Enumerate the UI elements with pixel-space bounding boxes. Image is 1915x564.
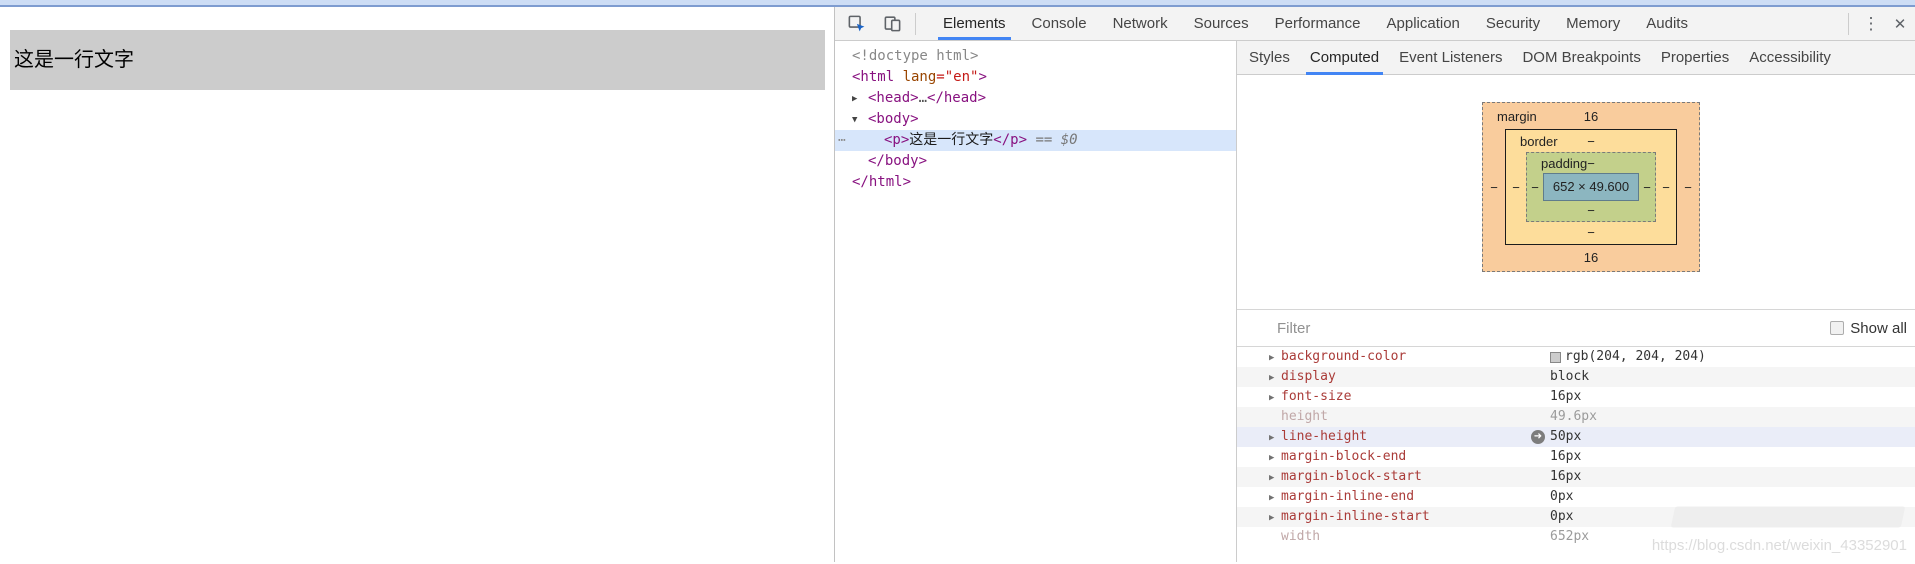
tab-security[interactable]: Security [1473, 7, 1553, 40]
border-label: border [1520, 133, 1558, 149]
property-row[interactable]: ▶ font-size 16px [1237, 387, 1915, 407]
disclosure-triangle-icon[interactable]: ▶ [1269, 488, 1281, 508]
chevron-expanded-icon[interactable]: ▼ [852, 110, 868, 131]
selected-node-annotation: == $0 [1027, 132, 1078, 148]
tab-styles[interactable]: Styles [1239, 41, 1300, 74]
disclosure-triangle-icon[interactable]: ▶ [1269, 428, 1281, 448]
margin-right-value: − [1684, 179, 1692, 195]
dom-tree-panel: <!doctype html> <html lang="en"> ▶ <head>… [835, 41, 1237, 562]
tab-audits[interactable]: Audits [1633, 7, 1701, 40]
property-row-highlighted[interactable]: ▶ line-height ➜ 50px [1237, 427, 1915, 447]
show-all-checkbox[interactable] [1830, 321, 1845, 335]
p-inner-text: 这是一行文字 [909, 132, 994, 148]
padding-left-value: − [1531, 179, 1539, 195]
csdn-watermark-logo [1670, 506, 1906, 528]
box-model-padding[interactable]: padding − − 652 × 49.600 − − [1526, 152, 1656, 222]
property-row[interactable]: ▶ margin-block-end 16px [1237, 447, 1915, 467]
goto-source-icon[interactable]: ➜ [1531, 430, 1545, 444]
attr-name-lang: lang [902, 69, 937, 85]
property-row[interactable]: ▶ margin-block-start 16px [1237, 467, 1915, 487]
tab-dom-breakpoints[interactable]: DOM Breakpoints [1512, 41, 1650, 74]
disclosure-triangle-icon[interactable]: ▶ [1269, 448, 1281, 468]
page-paragraph[interactable]: 这是一行文字 [10, 30, 825, 90]
margin-label: margin [1497, 108, 1537, 124]
chevron-collapsed-icon[interactable]: ▶ [852, 89, 868, 110]
tab-application[interactable]: Application [1374, 7, 1473, 40]
property-row-inactive[interactable]: height 49.6px [1237, 407, 1915, 427]
disclosure-triangle-icon[interactable]: ▶ [1269, 348, 1281, 368]
tab-elements[interactable]: Elements [930, 7, 1019, 40]
tab-accessibility[interactable]: Accessibility [1739, 41, 1841, 74]
margin-bottom-value: 16 [1583, 250, 1599, 265]
attr-value-en: en [953, 69, 971, 85]
show-all-label[interactable]: Show all [1850, 320, 1907, 337]
disclosure-triangle-icon[interactable]: ▶ [1269, 508, 1281, 528]
doctype-token: <!doctype html> [852, 48, 979, 64]
disclosure-triangle-icon[interactable]: ▶ [1269, 468, 1281, 488]
dom-line-body-open[interactable]: ▼ <body> [835, 109, 1236, 130]
box-model-margin[interactable]: margin 16 − border − − padding − − 652 ×… [1482, 102, 1700, 272]
dom-line-body-close[interactable]: </body> [835, 151, 1236, 172]
padding-bottom-value: − [1587, 203, 1595, 218]
tab-memory[interactable]: Memory [1553, 7, 1633, 40]
toolbar-right-separator [1848, 12, 1849, 35]
dom-line-html-open[interactable]: <html lang="en"> [835, 67, 1236, 88]
kebab-menu-icon[interactable]: ⋮ [1857, 14, 1885, 34]
disclosure-triangle-icon[interactable]: ▶ [1269, 388, 1281, 408]
padding-label: padding [1541, 155, 1588, 171]
property-row[interactable]: ▶ display block [1237, 367, 1915, 387]
devtools-main-tabs: Elements Console Network Sources Perform… [930, 7, 1701, 40]
box-model-diagram[interactable]: margin 16 − border − − padding − − 652 ×… [1482, 102, 1700, 272]
dom-line-html-close[interactable]: </html> [835, 172, 1236, 193]
tab-sources[interactable]: Sources [1181, 7, 1262, 40]
tab-console[interactable]: Console [1019, 7, 1100, 40]
margin-left-value: − [1490, 179, 1498, 195]
toolbar-separator [915, 12, 916, 35]
devtools-panel: Elements Console Network Sources Perform… [835, 7, 1915, 562]
more-actions-icon[interactable]: ⋯ [838, 130, 846, 151]
inspect-element-icon[interactable] [841, 10, 871, 38]
tab-computed[interactable]: Computed [1300, 41, 1389, 75]
box-model-border[interactable]: border − − padding − − 652 × 49.600 − − … [1505, 129, 1677, 245]
property-row-inactive[interactable]: width 652px [1237, 527, 1915, 547]
property-row[interactable]: ▶ margin-inline-end 0px [1237, 487, 1915, 507]
device-toolbar-icon[interactable] [877, 10, 907, 38]
sidebar-tabs: Styles Computed Event Listeners DOM Brea… [1237, 41, 1915, 75]
filter-toolbar: Filter Show all [1237, 309, 1915, 347]
screenshot-root: 这是一行文字 Elements Console Network Sources … [0, 0, 1915, 564]
tab-network[interactable]: Network [1100, 7, 1181, 40]
close-icon[interactable]: ✕ [1885, 15, 1915, 33]
box-model-area: margin 16 − border − − padding − − 652 ×… [1237, 75, 1915, 309]
padding-right-value: − [1643, 179, 1651, 195]
disclosure-triangle-icon[interactable]: ▶ [1269, 368, 1281, 388]
filter-input[interactable]: Filter [1277, 320, 1310, 337]
tab-performance[interactable]: Performance [1262, 7, 1374, 40]
tab-event-listeners[interactable]: Event Listeners [1389, 41, 1512, 74]
styles-sidebar: Styles Computed Event Listeners DOM Brea… [1237, 41, 1915, 562]
browser-top-edge [0, 0, 1915, 7]
box-model-content[interactable]: 652 × 49.600 [1543, 173, 1639, 201]
color-swatch [1550, 351, 1561, 363]
border-right-value: − [1662, 179, 1670, 195]
dom-line-p-selected[interactable]: ⋯ <p>这是一行文字</p> == $0 [835, 130, 1236, 151]
border-left-value: − [1512, 179, 1520, 195]
border-bottom-value: − [1587, 225, 1595, 240]
rendered-page: 这是一行文字 [0, 7, 835, 562]
tab-properties[interactable]: Properties [1651, 41, 1739, 74]
devtools-toolbar: Elements Console Network Sources Perform… [835, 7, 1915, 41]
dom-line-doctype[interactable]: <!doctype html> [835, 46, 1236, 67]
dom-line-head[interactable]: ▶ <head>…</head> [835, 88, 1236, 109]
property-row[interactable]: ▶ background-color rgb(204, 204, 204) [1237, 347, 1915, 367]
